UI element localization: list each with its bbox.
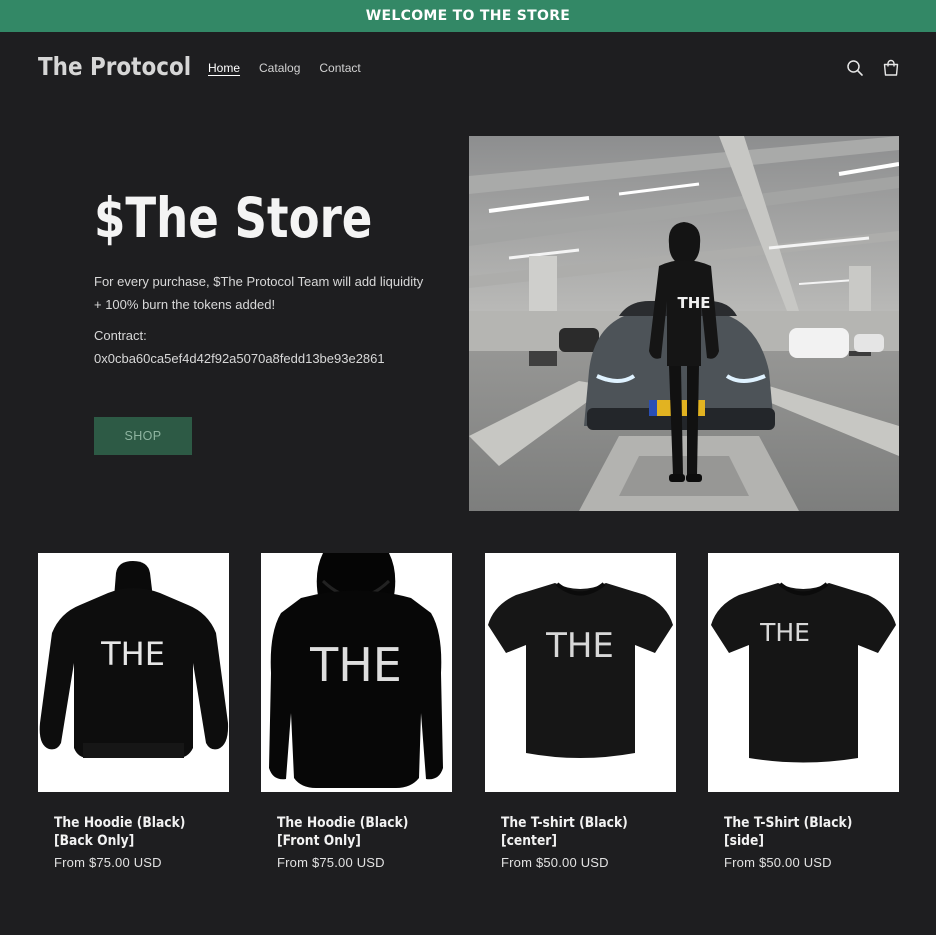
- product-card[interactable]: THE The T-shirt (Black) [center] From $5…: [485, 553, 676, 870]
- cart-icon[interactable]: [881, 58, 901, 78]
- product-card[interactable]: THE The Hoodie (Black) [Back Only] From …: [38, 553, 229, 870]
- product-print: THE: [309, 638, 402, 692]
- product-price: From $50.00 USD: [724, 855, 832, 870]
- shop-button[interactable]: SHOP: [94, 417, 192, 455]
- contract-label: Contract:: [94, 328, 147, 343]
- product-card[interactable]: THE The Hoodie (Black) [Front Only] From…: [261, 553, 452, 870]
- announcement-text: WELCOME TO THE STORE: [365, 8, 571, 24]
- product-image[interactable]: THE: [708, 553, 899, 792]
- product-image[interactable]: THE: [485, 553, 676, 792]
- announcement-bar: WELCOME TO THE STORE: [0, 0, 936, 32]
- product-price: From $50.00 USD: [501, 855, 609, 870]
- product-title[interactable]: The T-shirt (Black) [center]: [501, 814, 651, 850]
- product-print: THE: [545, 626, 614, 666]
- hero-title: $The Store: [94, 186, 373, 250]
- hero-image-print: THE: [677, 294, 710, 312]
- search-icon[interactable]: [845, 58, 865, 78]
- product-title[interactable]: The T-Shirt (Black) [side]: [724, 814, 874, 850]
- main-nav: Home Catalog Contact: [208, 61, 361, 75]
- hero-image: THE: [469, 136, 899, 511]
- product-card[interactable]: THE The T-Shirt (Black) [side] From $50.…: [708, 553, 899, 870]
- hero-description: For every purchase, $The Protocol Team w…: [94, 274, 424, 312]
- product-title[interactable]: The Hoodie (Black) [Front Only]: [277, 814, 427, 850]
- nav-contact[interactable]: Contact: [319, 61, 360, 75]
- product-image[interactable]: THE: [261, 553, 452, 792]
- product-print: THE: [100, 635, 165, 673]
- product-print: THE: [759, 618, 810, 647]
- product-price: From $75.00 USD: [277, 855, 385, 870]
- nav-catalog[interactable]: Catalog: [259, 61, 300, 75]
- product-price: From $75.00 USD: [54, 855, 162, 870]
- product-title[interactable]: The Hoodie (Black) [Back Only]: [54, 814, 204, 850]
- store-logo[interactable]: The Protocol: [38, 52, 191, 81]
- product-image[interactable]: THE: [38, 553, 229, 792]
- nav-home[interactable]: Home: [208, 61, 240, 75]
- site-header: The Protocol Home Catalog Contact: [0, 32, 936, 104]
- contract-address: 0x0cba60ca5ef4d42f92a5070a8fedd13be93e28…: [94, 351, 385, 366]
